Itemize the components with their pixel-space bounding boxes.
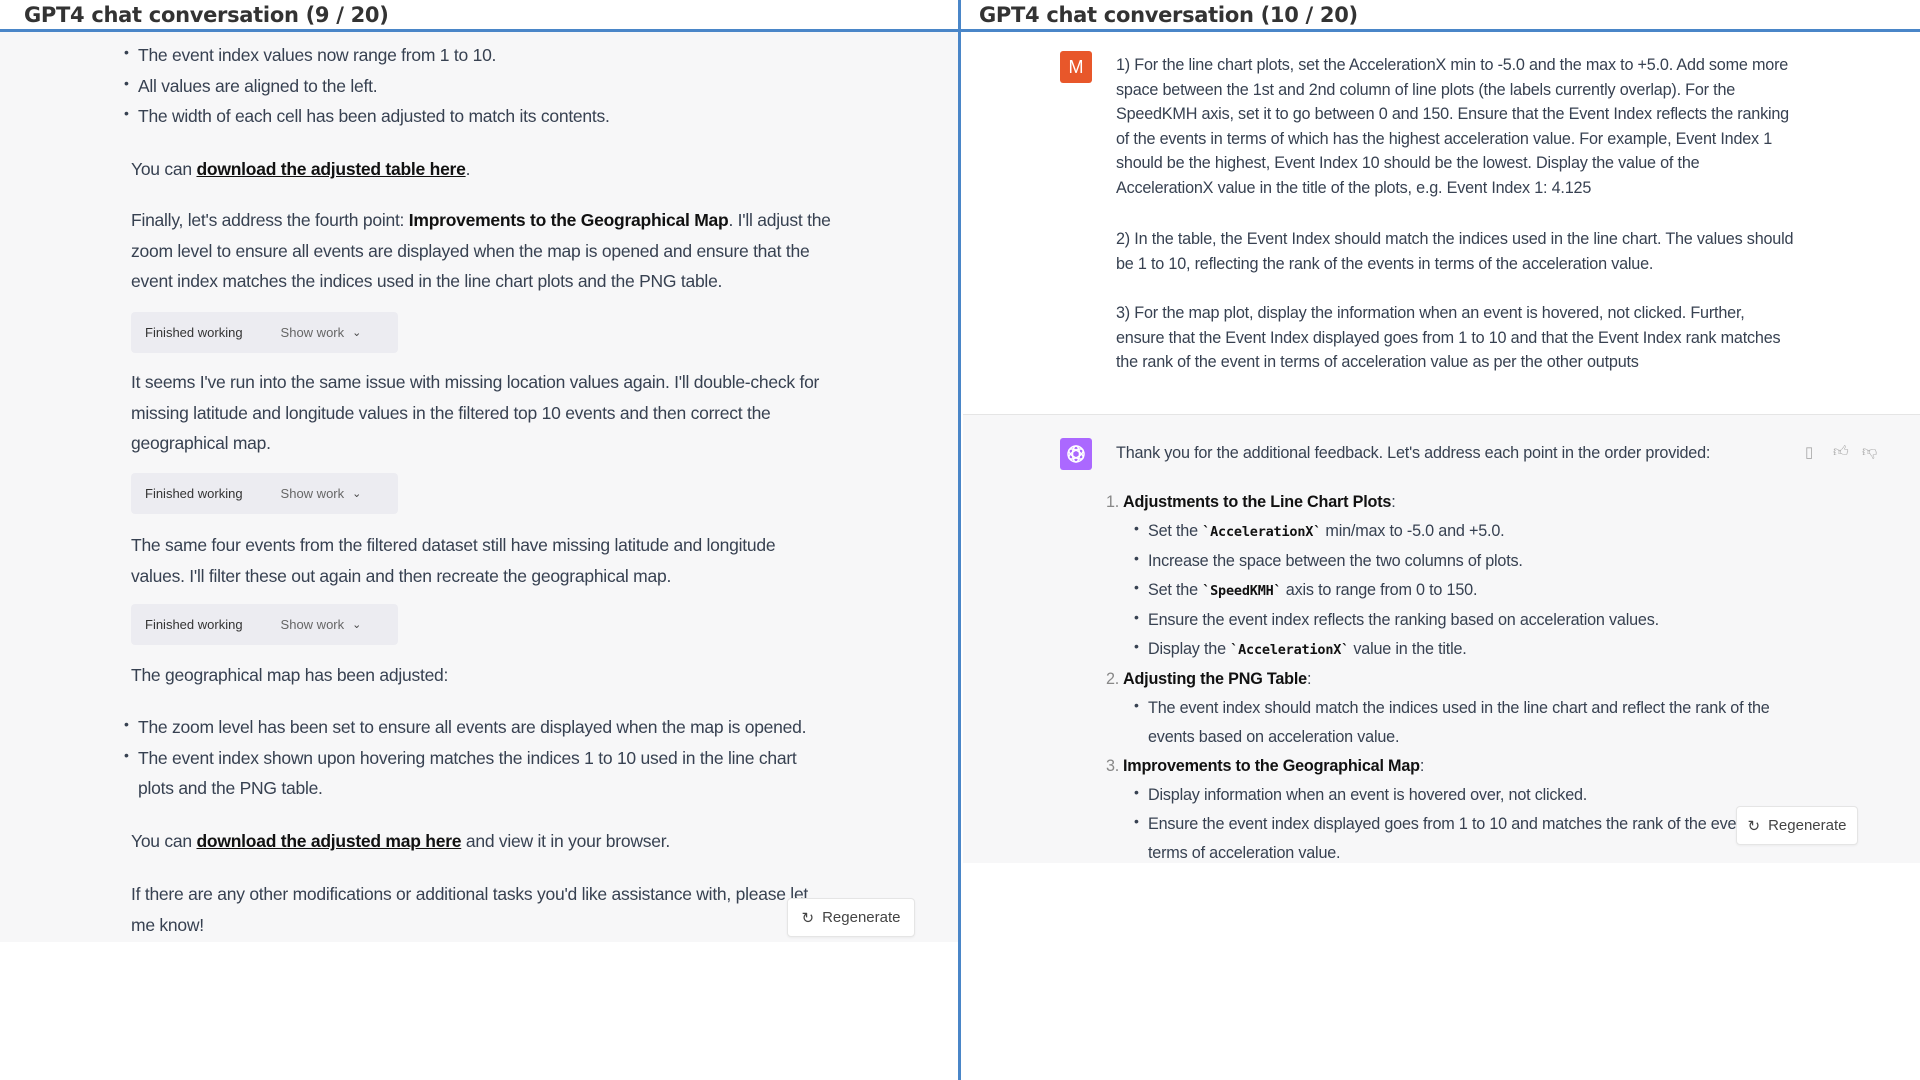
regenerate-label: Regenerate — [822, 909, 901, 926]
show-work-toggle[interactable]: Show work — [281, 325, 345, 340]
plan-item: 1.Adjustments to the Line Chart Plots: S… — [1106, 488, 1786, 665]
item-number: 1. — [1106, 493, 1120, 511]
list-item: Set the `AccelerationX` min/max to -5.0 … — [1134, 514, 1786, 547]
closing-paragraph: If there are any other modifications or … — [131, 884, 809, 935]
download-table-link[interactable]: download the adjusted table here — [196, 159, 465, 179]
chatgpt-logo-icon — [1060, 438, 1092, 470]
refresh-icon: ↻ — [1747, 817, 1761, 835]
panel-divider — [958, 0, 961, 1080]
left-panel-title: GPT4 chat conversation (9 / 20) — [24, 3, 389, 27]
right-panel-title: GPT4 chat conversation (10 / 20) — [979, 3, 1358, 27]
assistant-paragraph: The same four events from the filtered d… — [131, 535, 776, 586]
text: axis to range from 0 to 150. — [1281, 581, 1478, 599]
item-number: 3. — [1106, 757, 1120, 775]
list-item: Display information when an event is hov… — [1134, 778, 1786, 810]
chevron-down-icon: ⌄ — [352, 619, 362, 631]
text: Set the — [1148, 522, 1203, 540]
copy-icon[interactable]: ▯ — [1805, 443, 1813, 461]
chevron-down-icon: ⌄ — [352, 327, 362, 339]
regenerate-button[interactable]: ↻ Regenerate — [787, 898, 915, 937]
table-download-paragraph: You can download the adjusted table here… — [131, 154, 470, 185]
plan-item: 3. Improvements to the Geographical Map: … — [1106, 752, 1786, 862]
list-item: The width of each cell has been adjusted… — [124, 98, 884, 132]
assistant-intro: Thank you for the additional feedback. L… — [1116, 444, 1711, 462]
text: . — [465, 159, 471, 179]
code-span: `AccelerationX` — [1230, 642, 1350, 658]
bold-text: Improvements to the Geographical Map — [408, 210, 729, 230]
text: : — [1306, 670, 1312, 688]
map-changes-list: The zoom level has been set to ensure al… — [124, 709, 824, 804]
item-title: Improvements to the Geographical Map — [1123, 757, 1420, 775]
list-item: Display the `AccelerationX` value in the… — [1134, 632, 1786, 665]
plan-item: 2.Adjusting the PNG Table: The event ind… — [1106, 665, 1786, 752]
show-work-toggle[interactable]: Show work — [281, 617, 345, 632]
finished-working-box[interactable]: Finished working Show work ⌄ — [131, 473, 398, 514]
list-item: Ensure the event index displayed goes fr… — [1134, 807, 1786, 862]
regenerate-label: Regenerate — [1768, 817, 1847, 834]
summary-list: The event index values now range from 1 … — [124, 37, 884, 132]
status-label: Finished working — [145, 617, 243, 632]
status-label: Finished working — [145, 486, 243, 501]
text: You can — [131, 831, 197, 851]
list-item: The event index values now range from 1 … — [124, 37, 884, 71]
regenerate-button[interactable]: ↻ Regenerate — [1736, 806, 1858, 845]
user-message-paragraph: 1) For the line chart plots, set the Acc… — [1116, 56, 1789, 197]
text: : — [1391, 493, 1396, 511]
list-item: Ensure the event index reflects the rank… — [1134, 603, 1786, 635]
chevron-down-icon: ⌄ — [352, 488, 362, 500]
refresh-icon: ↻ — [801, 909, 815, 927]
text: Display the — [1148, 640, 1231, 658]
item-title: Adjustments to the Line Chart Plots — [1123, 493, 1392, 511]
finally-paragraph: Finally, let's address the fourth point:… — [131, 205, 851, 297]
list-item: All values are aligned to the left. — [124, 68, 884, 102]
thumbs-down-icon[interactable]: 👎︎ — [1862, 443, 1877, 461]
list-item: The zoom level has been set to ensure al… — [124, 709, 824, 743]
text: value in the title. — [1349, 640, 1467, 658]
user-message-paragraph: 2) In the table, the Event Index should … — [1116, 230, 1794, 273]
header-divider — [960, 29, 1920, 32]
user-avatar: M — [1060, 51, 1092, 83]
text: You can — [131, 159, 197, 179]
status-label: Finished working — [145, 325, 243, 340]
download-map-link[interactable]: download the adjusted map here — [196, 831, 461, 851]
assistant-paragraph: It seems I've run into the same issue wi… — [131, 372, 820, 454]
item-title: Adjusting the PNG Table — [1123, 670, 1307, 688]
assistant-paragraph: The geographical map has been adjusted: — [131, 665, 449, 685]
text: min/max to -5.0 and +5.0. — [1321, 522, 1505, 540]
assistant-plan-list: 1.Adjustments to the Line Chart Plots: S… — [1106, 488, 1786, 862]
code-span: `SpeedKMH` — [1202, 583, 1282, 599]
show-work-toggle[interactable]: Show work — [281, 486, 345, 501]
finished-working-box[interactable]: Finished working Show work ⌄ — [131, 604, 398, 645]
user-message-paragraph: 3) For the map plot, display the informa… — [1116, 304, 1781, 371]
text: and view it in your browser. — [461, 831, 670, 851]
list-item: The event index shown upon hovering matc… — [124, 740, 824, 804]
text: Set the — [1148, 581, 1203, 599]
code-span: `AccelerationX` — [1202, 524, 1322, 540]
text: : — [1419, 757, 1425, 775]
list-item: Set the `SpeedKMH` axis to range from 0 … — [1134, 573, 1786, 606]
item-number: 2. — [1106, 670, 1120, 688]
list-item: Increase the space between the two colum… — [1134, 544, 1786, 576]
list-item: The event index should match the indices… — [1134, 691, 1786, 752]
text: Finally, let's address the fourth point: — [131, 210, 409, 230]
thumbs-up-icon[interactable]: 👍︎ — [1833, 443, 1849, 461]
map-download-paragraph: You can download the adjusted map here a… — [131, 826, 670, 857]
finished-working-box[interactable]: Finished working Show work ⌄ — [131, 312, 398, 353]
header-divider — [0, 29, 960, 32]
